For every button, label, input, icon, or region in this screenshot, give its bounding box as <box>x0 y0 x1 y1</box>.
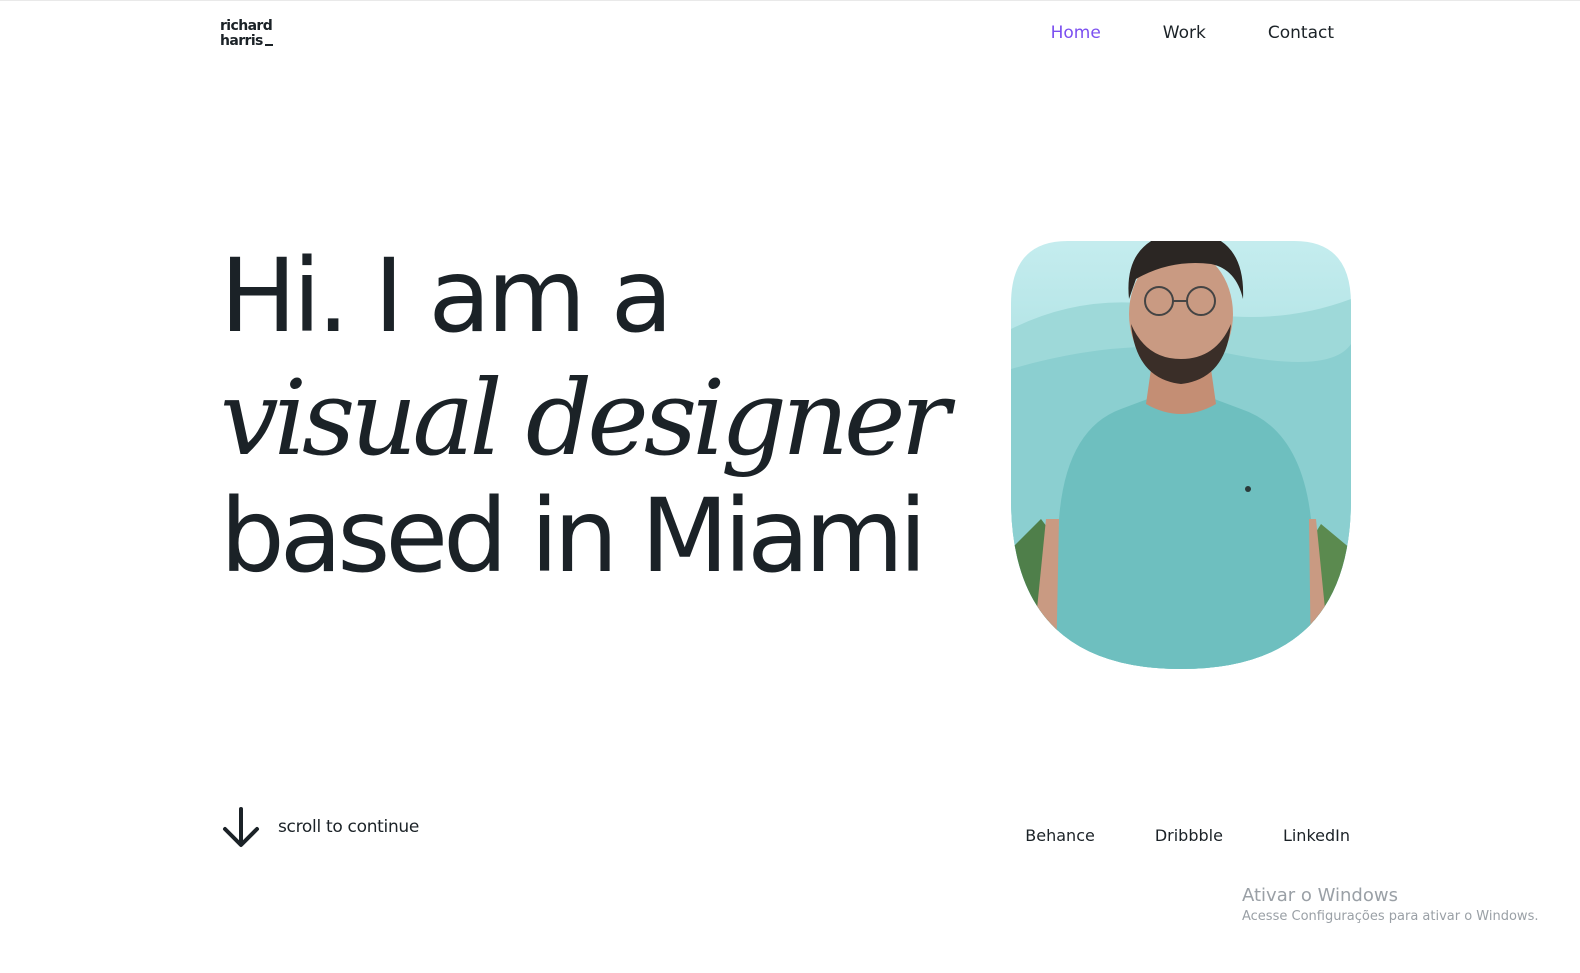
windows-activation-watermark: Ativar o Windows Acesse Configurações pa… <box>1242 885 1538 924</box>
scroll-hint[interactable]: scroll to continue <box>220 806 419 848</box>
nav-work[interactable]: Work <box>1163 23 1206 43</box>
logo[interactable]: richard harris <box>220 19 273 49</box>
page: richard harris Home Work Contact Hi. I a… <box>0 0 1580 973</box>
logo-line-2: harris <box>220 34 273 49</box>
hero-line-2: visual designer <box>220 357 950 479</box>
main-nav: Home Work Contact <box>989 23 1334 43</box>
watermark-title: Ativar o Windows <box>1242 885 1398 906</box>
social-link-behance[interactable]: Behance <box>1025 826 1095 845</box>
social-link-linkedin[interactable]: LinkedIn <box>1283 826 1350 845</box>
portrait-photo <box>1011 219 1351 669</box>
arrow-down-icon <box>220 806 262 848</box>
hero-line-3: based in Miami <box>220 477 927 596</box>
social-links: Behance Dribbble LinkedIn <box>965 826 1350 845</box>
hero-line-1: Hi. I am a <box>220 237 673 356</box>
social-link-dribbble[interactable]: Dribbble <box>1155 826 1223 845</box>
logo-line-1: richard <box>220 18 273 34</box>
scroll-label: scroll to continue <box>278 817 420 837</box>
watermark-subtitle: Acesse Configurações para ativar o Windo… <box>1242 909 1539 924</box>
nav-contact[interactable]: Contact <box>1268 23 1334 43</box>
nav-home[interactable]: Home <box>1051 23 1101 43</box>
